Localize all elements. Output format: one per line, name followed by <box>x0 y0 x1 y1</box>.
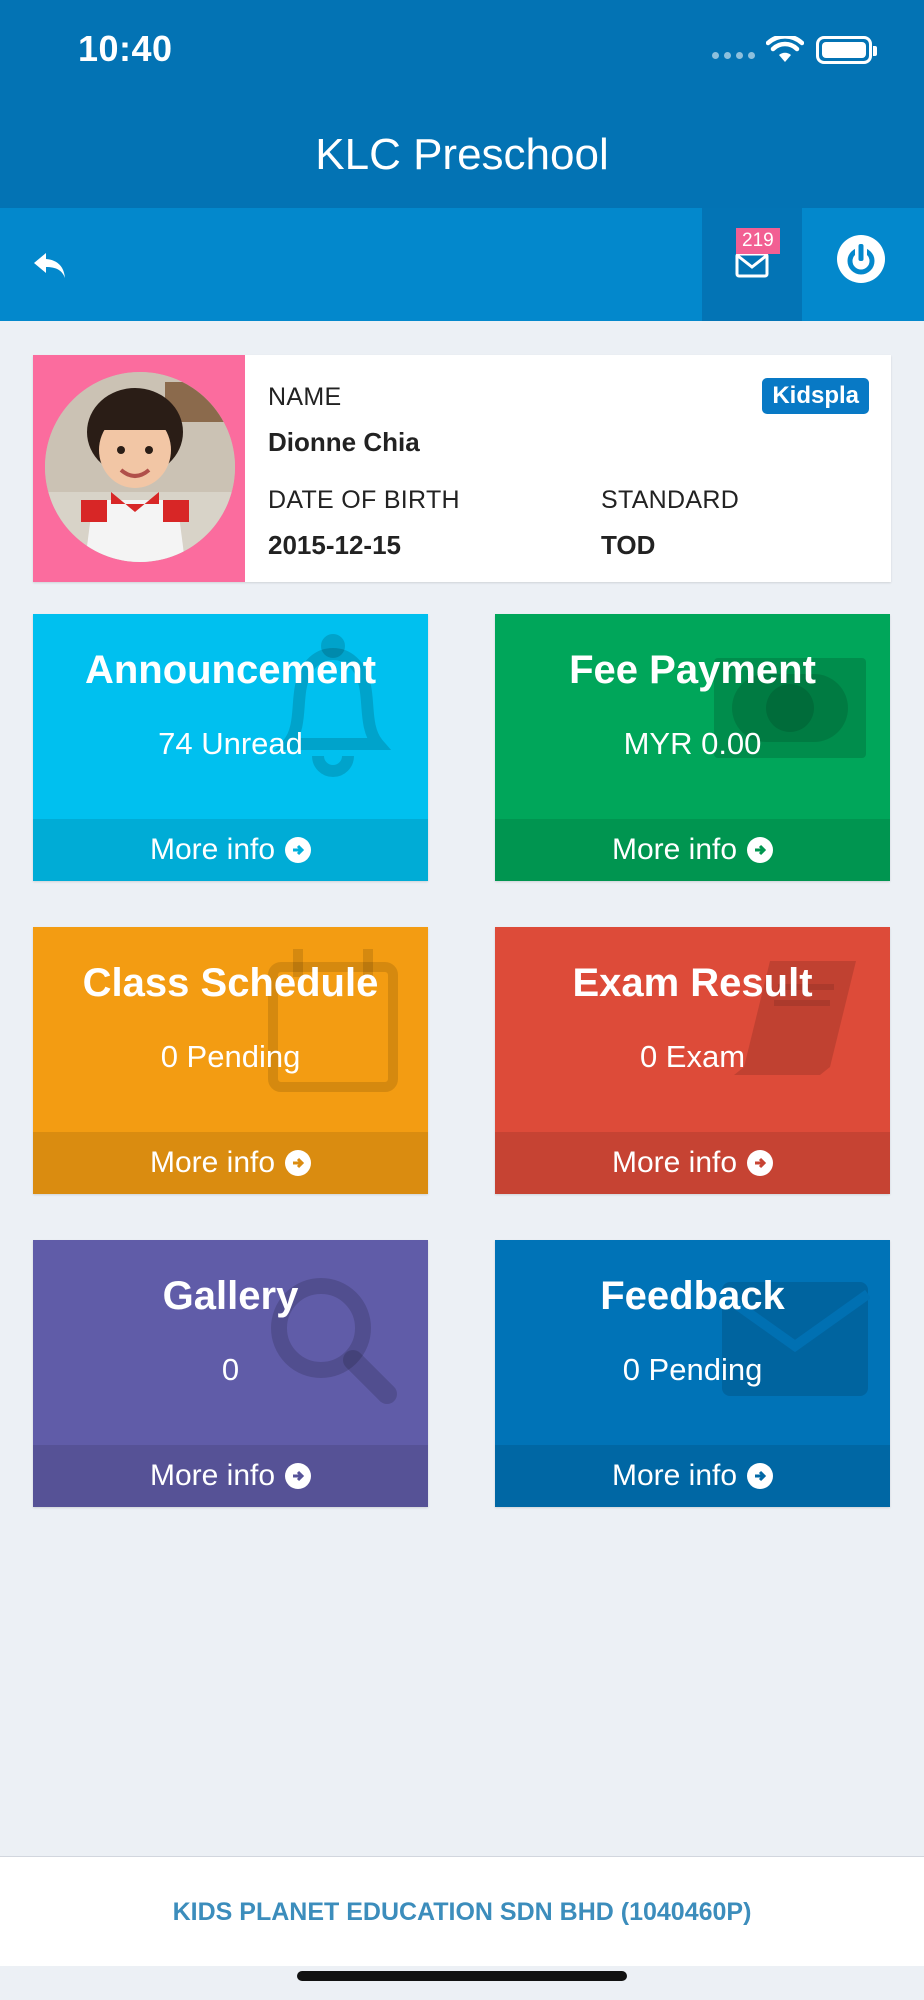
tile-fee-payment[interactable]: Fee Payment MYR 0.00 More info <box>495 614 890 881</box>
student-dob: 2015-12-15 <box>268 530 401 560</box>
reply-icon <box>34 253 65 278</box>
student-name: Dionne Chia <box>268 427 420 457</box>
arrow-circle-right-icon <box>285 1463 312 1489</box>
more-info-label: More info <box>611 833 738 866</box>
arrow-circle-right-icon <box>285 837 312 863</box>
tile-title: Fee Payment <box>569 648 816 692</box>
toolbar: 219 <box>0 208 924 321</box>
arrow-circle-right-icon <box>747 1463 774 1489</box>
profile-photo-frame <box>33 355 245 582</box>
tile-feedback[interactable]: Feedback 0 Pending More info <box>495 1240 890 1507</box>
mail-button[interactable]: 219 <box>702 208 802 321</box>
tile-title: Exam Result <box>572 961 813 1005</box>
tile-title: Class Schedule <box>82 961 379 1005</box>
more-info-label: More info <box>149 1146 276 1179</box>
tile-subtitle: 0 Exam <box>639 1039 746 1074</box>
kidsplanet-badge: Kidspla <box>762 378 869 414</box>
mail-count-badge: 219 <box>736 228 780 254</box>
tile-title: Announcement <box>84 648 377 692</box>
tile-class-schedule[interactable]: Class Schedule 0 Pending More info <box>33 927 428 1194</box>
more-info-link[interactable]: More info <box>495 1445 890 1507</box>
tile-announcement[interactable]: Announcement 74 Unread More info <box>33 614 428 881</box>
envelope-icon <box>735 252 769 277</box>
student-profile-card: Kidspla NAME Dionne Chia DATE OF BIRTH 2… <box>33 355 891 582</box>
tile-subtitle: 0 Pending <box>160 1039 301 1074</box>
arrow-circle-right-icon <box>285 1150 312 1176</box>
tile-gallery[interactable]: Gallery 0 More info <box>33 1240 428 1507</box>
arrow-circle-right-icon <box>747 837 774 863</box>
arrow-circle-right-icon <box>747 1150 774 1176</box>
student-standard: TOD <box>601 530 656 560</box>
name-label: NAME <box>268 383 342 411</box>
tile-subtitle: 0 <box>221 1352 240 1387</box>
tile-subtitle: MYR 0.00 <box>623 726 762 761</box>
more-info-link[interactable]: More info <box>495 819 890 881</box>
battery-icon <box>816 36 877 64</box>
more-info-link[interactable]: More info <box>33 1132 428 1194</box>
company-name: KIDS PLANET EDUCATION SDN BHD (1040460P) <box>172 1898 752 1926</box>
status-bar: 10:40 <box>0 0 924 100</box>
tile-subtitle: 74 Unread <box>158 726 303 761</box>
tile-title: Gallery <box>162 1274 299 1318</box>
back-button[interactable] <box>22 238 78 294</box>
student-avatar <box>45 372 235 562</box>
more-info-label: More info <box>611 1146 738 1179</box>
standard-label: STANDARD <box>601 486 740 514</box>
more-info-label: More info <box>149 1459 276 1492</box>
more-info-label: More info <box>611 1459 738 1492</box>
page-title: KLC Preschool <box>315 130 609 179</box>
more-info-link[interactable]: More info <box>495 1132 890 1194</box>
home-indicator[interactable] <box>297 1971 627 1981</box>
status-time: 10:40 <box>78 28 173 69</box>
more-info-link[interactable]: More info <box>33 1445 428 1507</box>
tile-exam-result[interactable]: Exam Result 0 Exam More info <box>495 927 890 1194</box>
more-info-label: More info <box>149 833 276 866</box>
logout-power-button[interactable] <box>836 234 886 284</box>
dob-label: DATE OF BIRTH <box>268 486 460 514</box>
tile-title: Feedback <box>600 1274 785 1318</box>
cellular-signal-icon <box>712 52 755 59</box>
more-info-link[interactable]: More info <box>33 819 428 881</box>
wifi-icon <box>766 36 804 62</box>
tile-subtitle: 0 Pending <box>622 1352 763 1387</box>
